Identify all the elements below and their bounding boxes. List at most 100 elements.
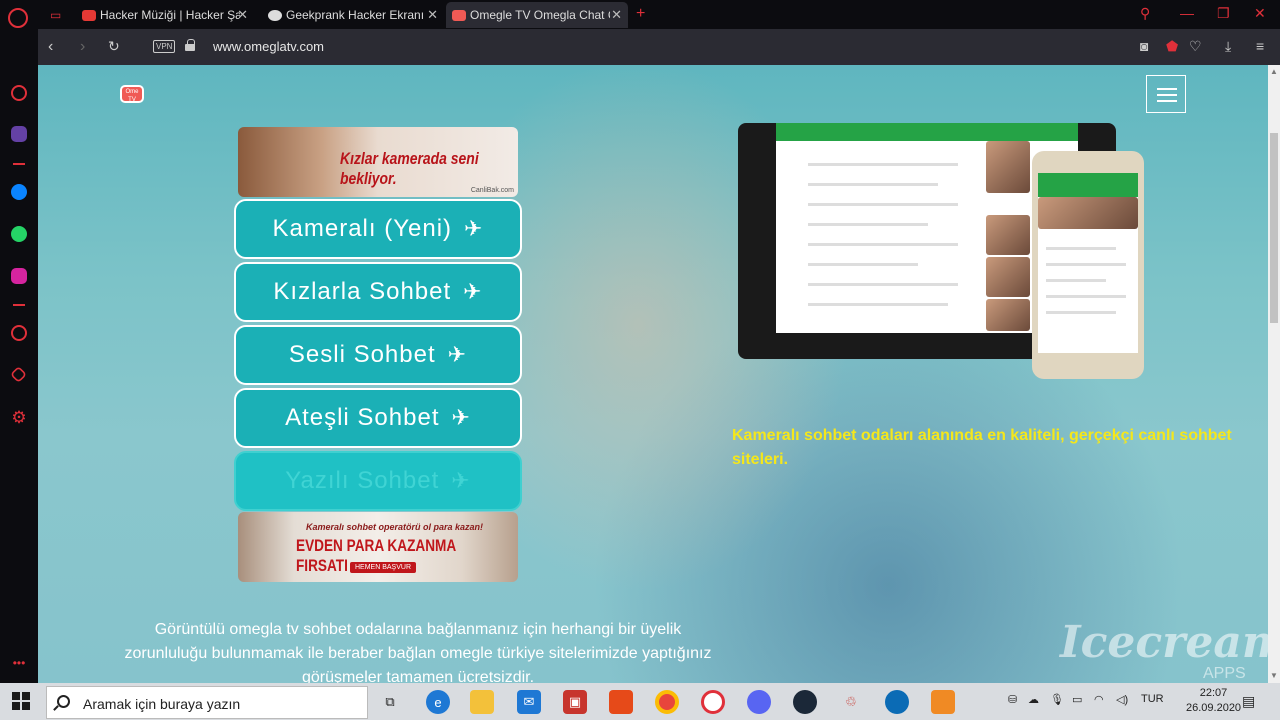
hamburger-menu-button[interactable] bbox=[1146, 75, 1186, 113]
clock[interactable]: 22:07 26.09.2020 bbox=[1186, 686, 1241, 716]
chrome-icon[interactable] bbox=[655, 690, 679, 714]
bottom-ad-banner[interactable]: Kameralı sohbet operatörü ol para kazan!… bbox=[238, 512, 518, 582]
kizlarla-sohbet-button[interactable]: Kızlarla Sohbet ✈ bbox=[234, 262, 522, 322]
paper-plane-icon: ✈ bbox=[464, 216, 484, 241]
clock-time: 22:07 bbox=[1199, 687, 1228, 699]
chat-row bbox=[1046, 295, 1126, 298]
file-explorer-icon[interactable] bbox=[470, 690, 494, 714]
back-icon[interactable]: ‹ bbox=[48, 38, 53, 56]
scroll-down-icon[interactable]: ▼ bbox=[1270, 671, 1278, 680]
more-icon[interactable]: ••• bbox=[9, 653, 29, 673]
youtube-icon bbox=[82, 9, 96, 21]
sesli-sohbet-button[interactable]: Sesli Sohbet ✈ bbox=[234, 325, 522, 385]
wifi-icon[interactable]: ◠ bbox=[1094, 693, 1104, 706]
chat-row bbox=[808, 163, 958, 166]
twitch-icon[interactable] bbox=[11, 126, 27, 142]
tab-hacker-muzigi[interactable]: Hacker Müziği | Hacker Şar ✕ bbox=[76, 2, 254, 28]
vpn-badge[interactable]: VPN bbox=[153, 40, 176, 53]
chat-row bbox=[808, 223, 928, 226]
settings-icon[interactable]: ⚙ bbox=[9, 408, 29, 428]
mic-icon[interactable]: 🎙 bbox=[1050, 693, 1064, 706]
page-scrollbar[interactable]: ▲ ▼ bbox=[1268, 65, 1280, 683]
camera-icon[interactable]: ◙ bbox=[1140, 38, 1148, 54]
instagram-icon[interactable] bbox=[11, 268, 27, 284]
new-tab-button[interactable]: + bbox=[636, 5, 645, 23]
task-view-icon[interactable]: ⧉ bbox=[378, 690, 402, 714]
app-icon[interactable] bbox=[931, 690, 955, 714]
shield-icon[interactable]: ⬟ bbox=[1166, 38, 1178, 55]
highlight-text: Kameralı sohbet odaları alanında en kali… bbox=[732, 427, 1232, 468]
download-icon[interactable]: ⤓ bbox=[1225, 38, 1231, 55]
app-icon[interactable]: ♲ bbox=[839, 690, 863, 714]
discord-icon[interactable] bbox=[747, 690, 771, 714]
icecream-watermark: Icecream APPS bbox=[998, 617, 1268, 683]
close-tab-icon[interactable]: ✕ bbox=[611, 7, 622, 23]
language-indicator[interactable]: TUR bbox=[1141, 693, 1164, 705]
reload-icon[interactable]: ↻ bbox=[108, 38, 120, 55]
taskbar-search[interactable]: Aramak için buraya yazın bbox=[46, 686, 368, 719]
divider bbox=[13, 163, 25, 165]
opera-logo-icon[interactable] bbox=[8, 8, 28, 28]
yazili-sohbet-button[interactable]: Yazılı Sohbet ✈ bbox=[234, 451, 522, 511]
video-thumb bbox=[986, 257, 1030, 297]
close-tab-icon[interactable]: ✕ bbox=[237, 7, 248, 23]
whatsapp-icon[interactable] bbox=[11, 226, 27, 242]
volume-icon[interactable]: ◁) bbox=[1116, 693, 1128, 706]
site-logo[interactable]: Ome TV bbox=[120, 85, 144, 103]
atesli-sohbet-button[interactable]: Ateşli Sohbet ✈ bbox=[234, 388, 522, 448]
tab-game-icon[interactable]: ▭ bbox=[44, 2, 74, 28]
search-placeholder: Aramak için buraya yazın bbox=[83, 696, 241, 712]
office-icon[interactable] bbox=[609, 690, 633, 714]
scrollbar-thumb[interactable] bbox=[1270, 133, 1278, 323]
close-window-icon[interactable]: ✕ bbox=[1254, 5, 1266, 22]
scroll-up-icon[interactable]: ▲ bbox=[1270, 67, 1278, 76]
opera-sidebar: ⚙ ••• bbox=[0, 29, 38, 683]
speed-dial-icon[interactable] bbox=[11, 85, 27, 101]
network-icon[interactable]: ⛁ bbox=[1008, 693, 1017, 706]
windows-start-icon[interactable] bbox=[12, 692, 30, 710]
kamerali-button[interactable]: Kameralı (Yeni) ✈ bbox=[234, 199, 522, 259]
tab-geekprank[interactable]: Geekprank Hacker Ekranı - ✕ bbox=[262, 2, 444, 28]
search-icon bbox=[57, 695, 70, 708]
tab-bar: ▭ Hacker Müziği | Hacker Şar ✕ Geekprank… bbox=[0, 0, 1280, 29]
button-label: Yazılı Sohbet bbox=[285, 467, 440, 494]
lock-icon[interactable] bbox=[185, 39, 195, 51]
minimize-icon[interactable]: — bbox=[1180, 5, 1194, 21]
video-thumb bbox=[986, 215, 1030, 255]
edge-icon[interactable]: e bbox=[426, 690, 450, 714]
mail-icon[interactable]: ✉ bbox=[517, 690, 541, 714]
top-ad-banner[interactable]: Kızlar kamerada seni bekliyor. CanliBak.… bbox=[238, 127, 518, 197]
tab-omegle[interactable]: Omegle TV Omegla Chat G ✕ bbox=[446, 2, 628, 28]
box-icon[interactable] bbox=[10, 366, 27, 383]
forward-icon[interactable]: › bbox=[80, 38, 85, 56]
phone-app-bar bbox=[1038, 173, 1138, 197]
chat-row bbox=[808, 183, 938, 186]
chat-row bbox=[1046, 311, 1116, 314]
battery-icon[interactable]: ▭ bbox=[1072, 693, 1082, 706]
cloud-icon[interactable]: ☁ bbox=[1028, 693, 1039, 706]
paper-plane-icon: ✈ bbox=[451, 468, 471, 493]
opera-icon[interactable] bbox=[701, 690, 725, 714]
notifications-icon[interactable]: ▤ bbox=[1242, 693, 1255, 710]
close-tab-icon[interactable]: ✕ bbox=[427, 7, 438, 23]
banner-source: CanliBak.com bbox=[470, 187, 514, 194]
paper-plane-icon: ✈ bbox=[463, 279, 483, 304]
windows-taskbar: Aramak için buraya yazın ⧉ e ✉ ▣ ♲ ⛁ ☁ 🎙… bbox=[0, 683, 1280, 720]
chat-row bbox=[808, 303, 948, 306]
clock-date: 26.09.2020 bbox=[1186, 702, 1242, 714]
watermark-text: Icecream bbox=[1060, 617, 1268, 668]
heart-icon[interactable]: ♡ bbox=[1189, 38, 1202, 55]
web-page: Ome TV Kızlar kamerada seni bekliyor. Ca… bbox=[38, 65, 1268, 683]
button-label: Kızlarla Sohbet bbox=[273, 278, 452, 305]
divider bbox=[13, 304, 25, 306]
menu-icon[interactable]: ≡ bbox=[1256, 38, 1264, 54]
steam-icon[interactable] bbox=[793, 690, 817, 714]
messenger-icon[interactable] bbox=[11, 184, 27, 200]
url-field[interactable]: www.omeglatv.com bbox=[213, 39, 324, 54]
gift-icon[interactable]: ▣ bbox=[563, 690, 587, 714]
search-tabs-icon[interactable]: ⚲ bbox=[1140, 5, 1150, 22]
app-icon[interactable] bbox=[885, 690, 909, 714]
history-icon[interactable] bbox=[11, 325, 27, 341]
video-thumb bbox=[1038, 197, 1138, 229]
maximize-icon[interactable]: ❐ bbox=[1217, 5, 1230, 22]
